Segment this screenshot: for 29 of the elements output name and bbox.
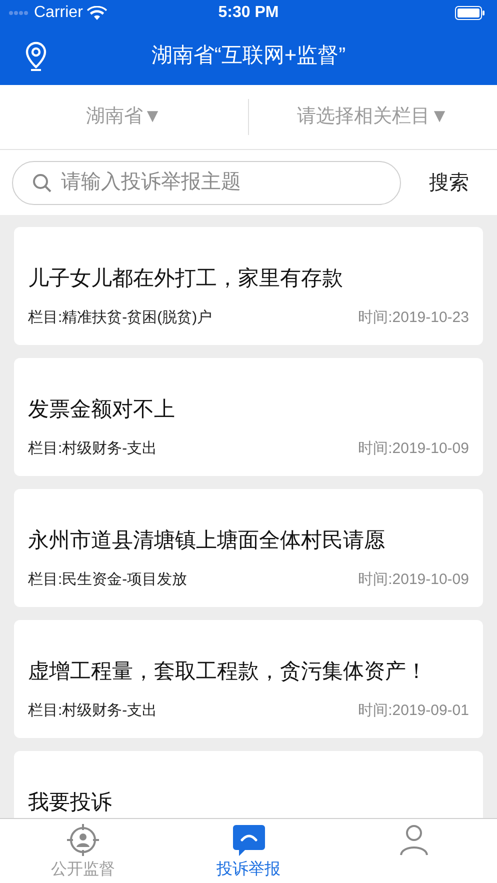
search-icon <box>32 172 52 192</box>
wifi-icon <box>86 6 107 20</box>
complaint-card[interactable]: 发票金额对不上 栏目:村级财务-支出 时间:2019-10-09 <box>14 358 483 476</box>
search-button[interactable]: 搜索 <box>417 168 481 198</box>
status-time: 5:30 PM <box>217 3 280 23</box>
complaint-title: 我要投诉 <box>28 790 113 816</box>
complaint-card[interactable]: 我要投诉 <box>14 751 483 818</box>
signal-icon <box>8 10 30 16</box>
header-title: 湖南省“互联网+监督” <box>150 42 347 69</box>
complaint-title: 永州市道县清塘镇上塘面全体村民请愿 <box>28 528 386 554</box>
complaint-category: 栏目:民生资金-项目发放 <box>28 570 188 590</box>
complaint-time: 时间:2019-09-01 <box>358 701 469 721</box>
tab-bar-item[interactable]: 投诉举报 <box>166 819 332 883</box>
complaint-time: 时间:2019-10-23 <box>358 308 469 328</box>
battery-icon <box>455 6 485 20</box>
carrier-text: Carrier <box>34 3 83 23</box>
complaint-title: 儿子女儿都在外打工，家里有存款 <box>28 266 344 292</box>
complaint-card[interactable]: 虚增工程量，套取工程款，贪污集体资产！ 栏目:村级财务-支出 时间:2019-09-01 <box>14 620 483 738</box>
complaint-time: 时间:2019-10-09 <box>358 570 469 590</box>
complaint-time: 时间:2019-10-09 <box>358 439 469 459</box>
complaint-title: 发票金额对不上 <box>28 397 176 423</box>
complaint-category: 栏目:精准扶贫-贫困(脱贫)户 <box>28 308 212 328</box>
search-field[interactable]: 请输入投诉举报主题 <box>12 160 401 204</box>
complaint-category: 栏目:村级财务-支出 <box>28 701 158 721</box>
complaint-category: 栏目:村级财务-支出 <box>28 439 158 459</box>
complaint-title: 虚增工程量，套取工程款，贪污集体资产！ <box>28 659 428 685</box>
complaint-card[interactable]: 永州市道县清塘镇上塘面全体村民请愿 栏目:民生资金-项目发放 时间:2019-10-09 <box>14 489 483 607</box>
location-pin-icon[interactable] <box>24 40 48 70</box>
complaint-card[interactable]: 儿子女儿都在外打工，家里有存款 栏目:精准扶贫-贫困(脱贫)户 时间:2019-10-23 <box>14 227 483 345</box>
